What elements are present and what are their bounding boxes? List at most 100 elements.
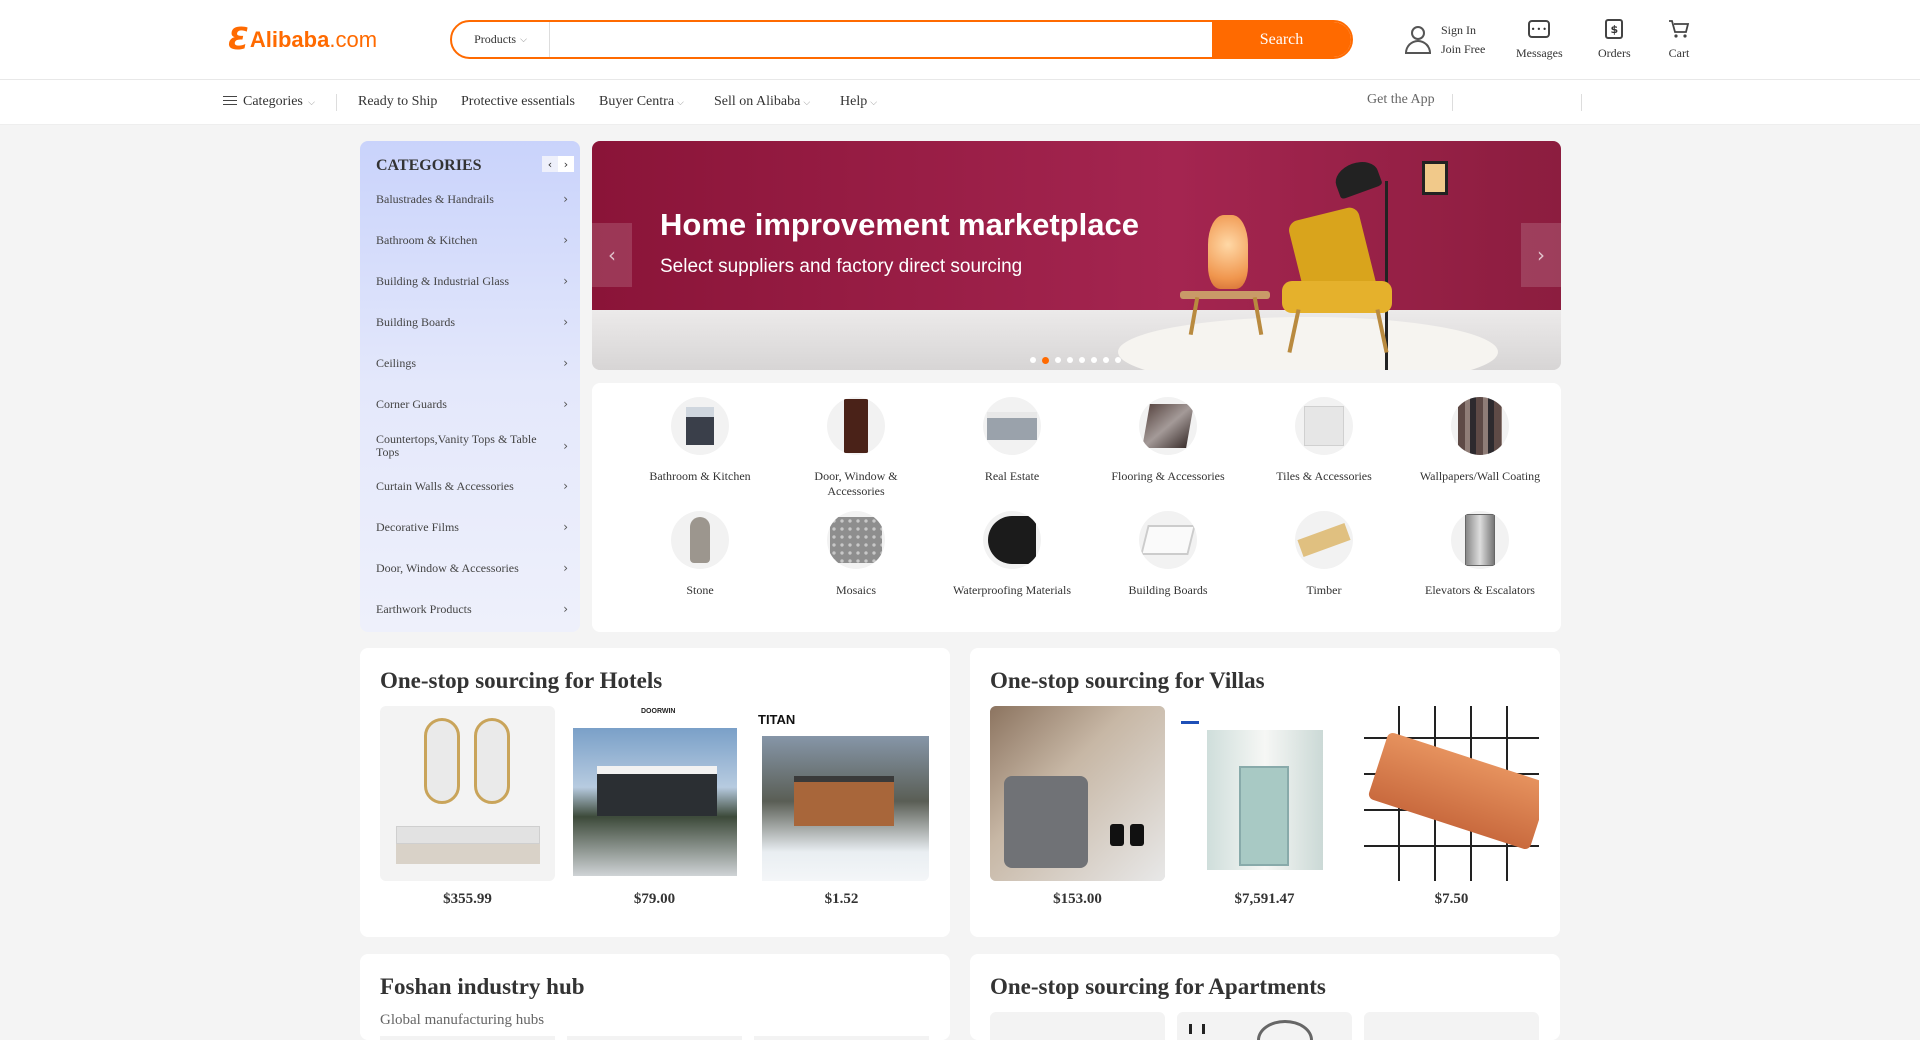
product-card[interactable]: $7,591.47	[1177, 706, 1352, 908]
carousel-dot[interactable]	[1030, 357, 1036, 363]
grid-item-mosaics[interactable]: Mosaics	[778, 511, 934, 598]
search-input[interactable]	[550, 22, 1212, 57]
cart-label: Cart	[1668, 46, 1690, 60]
grid-item-timber[interactable]: Timber	[1246, 511, 1402, 598]
product-image[interactable]	[1177, 1012, 1352, 1040]
salt-lamp-image	[1208, 215, 1248, 289]
product-image[interactable]	[1364, 1012, 1539, 1040]
brand-logo: DOORWIN	[641, 708, 676, 715]
board-icon	[1139, 511, 1197, 569]
top-header: Ɛ Alibaba.com Products ⌵ Search Sign In …	[0, 0, 1920, 80]
carousel-dot[interactable]	[1079, 357, 1085, 363]
sign-in-link[interactable]: Sign In	[1441, 21, 1485, 40]
chevron-right-icon: ›	[563, 520, 568, 534]
apartments-title[interactable]: One-stop sourcing for Apartments	[990, 974, 1326, 1000]
nav-buyer-central[interactable]: Buyer Centra ⌵	[599, 94, 684, 110]
grid-item-real-estate[interactable]: Real Estate	[934, 397, 1090, 484]
grid-item-tiles[interactable]: Tiles & Accessories	[1246, 397, 1402, 484]
timber-icon	[1295, 511, 1353, 569]
nav-sell-label: Sell on Alibaba	[714, 94, 801, 109]
categories-menu[interactable]: Categories ⌵	[223, 94, 315, 110]
armchair-seat	[1282, 281, 1392, 313]
nav-ready-to-ship[interactable]: Ready to Ship	[358, 94, 437, 110]
category-item[interactable]: Building Boards ›	[376, 316, 572, 329]
banner-prev-button[interactable]: ‹	[592, 223, 632, 287]
category-label: Building Boards	[376, 315, 456, 329]
category-item[interactable]: Countertops,Vanity Tops & Table Tops ›	[376, 433, 572, 459]
messages-button[interactable]: ••• Messages	[1516, 18, 1563, 61]
nav-help[interactable]: Help ⌵	[840, 94, 877, 110]
foshan-title[interactable]: Foshan industry hub	[380, 974, 585, 1000]
hotels-sourcing-card: One-stop sourcing for Hotels $355.99 DOO…	[360, 648, 950, 937]
fixture-image	[1257, 1020, 1313, 1040]
carousel-dot-active[interactable]	[1042, 357, 1049, 364]
chevron-down-icon: ⌵	[677, 97, 684, 107]
sign-in-area[interactable]: Sign In Join Free	[1403, 22, 1485, 58]
divider	[336, 94, 337, 111]
chevron-right-icon: ›	[563, 274, 568, 288]
category-item[interactable]: Balustrades & Handrails ›	[376, 193, 572, 206]
villas-sourcing-card: One-stop sourcing for Villas $153.00 $7,…	[970, 648, 1560, 937]
brand-logo-icon	[1189, 1024, 1205, 1034]
product-image[interactable]	[990, 1012, 1165, 1040]
category-item[interactable]: Decorative Films ›	[376, 521, 572, 534]
grid-item-door-window[interactable]: Door, Window & Accessories	[778, 397, 934, 499]
alibaba-logo[interactable]: Ɛ Alibaba.com	[228, 24, 377, 56]
hotels-title[interactable]: One-stop sourcing for Hotels	[380, 668, 662, 694]
tile-icon	[1295, 397, 1353, 455]
stone-statue-icon	[671, 511, 729, 569]
category-item[interactable]: Earthwork Products ›	[376, 603, 572, 616]
grid-item-bathroom-kitchen[interactable]: Bathroom & Kitchen	[622, 397, 778, 484]
category-item[interactable]: Bathroom & Kitchen ›	[376, 234, 572, 247]
product-card[interactable]: $7.50	[1364, 706, 1539, 908]
villas-title[interactable]: One-stop sourcing for Villas	[990, 668, 1265, 694]
carousel-dot[interactable]	[1055, 357, 1061, 363]
grid-item-building-boards[interactable]: Building Boards	[1090, 511, 1246, 598]
carousel-dots	[1030, 357, 1127, 364]
brand-logo-icon	[1181, 710, 1199, 724]
grid-item-stone[interactable]: Stone	[622, 511, 778, 598]
foshan-hub-card: Foshan industry hub Global manufacturing…	[360, 954, 950, 1040]
orders-button[interactable]: $ Orders	[1598, 18, 1631, 61]
search-button[interactable]: Search	[1212, 22, 1351, 57]
grid-item-waterproofing[interactable]: Waterproofing Materials	[934, 511, 1090, 598]
product-image	[990, 706, 1165, 881]
grid-item-flooring[interactable]: Flooring & Accessories	[1090, 397, 1246, 484]
get-the-app-link[interactable]: Get the App	[1367, 92, 1435, 108]
join-free-link[interactable]: Join Free	[1441, 40, 1485, 59]
category-item[interactable]: Curtain Walls & Accessories ›	[376, 480, 572, 493]
category-item[interactable]: Corner Guards ›	[376, 398, 572, 411]
grid-label: Door, Window & Accessories	[814, 469, 898, 498]
chevron-right-icon: ›	[563, 479, 568, 493]
chevron-right-icon[interactable]: ›	[558, 156, 574, 172]
carousel-dot[interactable]	[1091, 357, 1097, 363]
grid-label: Mosaics	[836, 583, 876, 597]
cart-icon	[1667, 18, 1691, 40]
grid-label: Waterproofing Materials	[953, 583, 1071, 597]
nav-protective-essentials[interactable]: Protective essentials	[461, 94, 575, 110]
carousel-dot[interactable]	[1115, 357, 1121, 363]
search-type-dropdown[interactable]: Products ⌵	[452, 22, 550, 57]
category-label: Door, Window & Accessories	[376, 561, 519, 575]
chevron-right-icon: ›	[563, 356, 568, 370]
carousel-dot[interactable]	[1067, 357, 1073, 363]
categories-title: CATEGORIES	[376, 157, 482, 174]
orders-icon: $	[1602, 18, 1626, 40]
product-card[interactable]: $355.99	[380, 706, 555, 908]
nav-sell-on-alibaba[interactable]: Sell on Alibaba ⌵	[714, 94, 810, 110]
carousel-dot[interactable]	[1103, 357, 1109, 363]
banner-next-button[interactable]: ›	[1521, 223, 1561, 287]
category-item[interactable]: Ceilings ›	[376, 357, 572, 370]
category-item[interactable]: Door, Window & Accessories ›	[376, 562, 572, 575]
message-icon: •••	[1527, 18, 1551, 40]
cart-button[interactable]: Cart	[1667, 18, 1691, 61]
grid-item-wallpapers[interactable]: Wallpapers/Wall Coating	[1402, 397, 1558, 484]
chevron-left-icon[interactable]: ‹	[542, 156, 558, 172]
grid-item-elevators[interactable]: Elevators & Escalators	[1402, 511, 1558, 598]
category-item[interactable]: Building & Industrial Glass ›	[376, 275, 572, 288]
hero-banner[interactable]: Home improvement marketplace Select supp…	[592, 141, 1561, 370]
product-card[interactable]: DOORWIN $79.00	[567, 706, 742, 908]
product-card[interactable]: TITAN $1.52	[754, 706, 929, 908]
logo-suffix: .com	[329, 27, 378, 52]
product-card[interactable]: $153.00	[990, 706, 1165, 908]
